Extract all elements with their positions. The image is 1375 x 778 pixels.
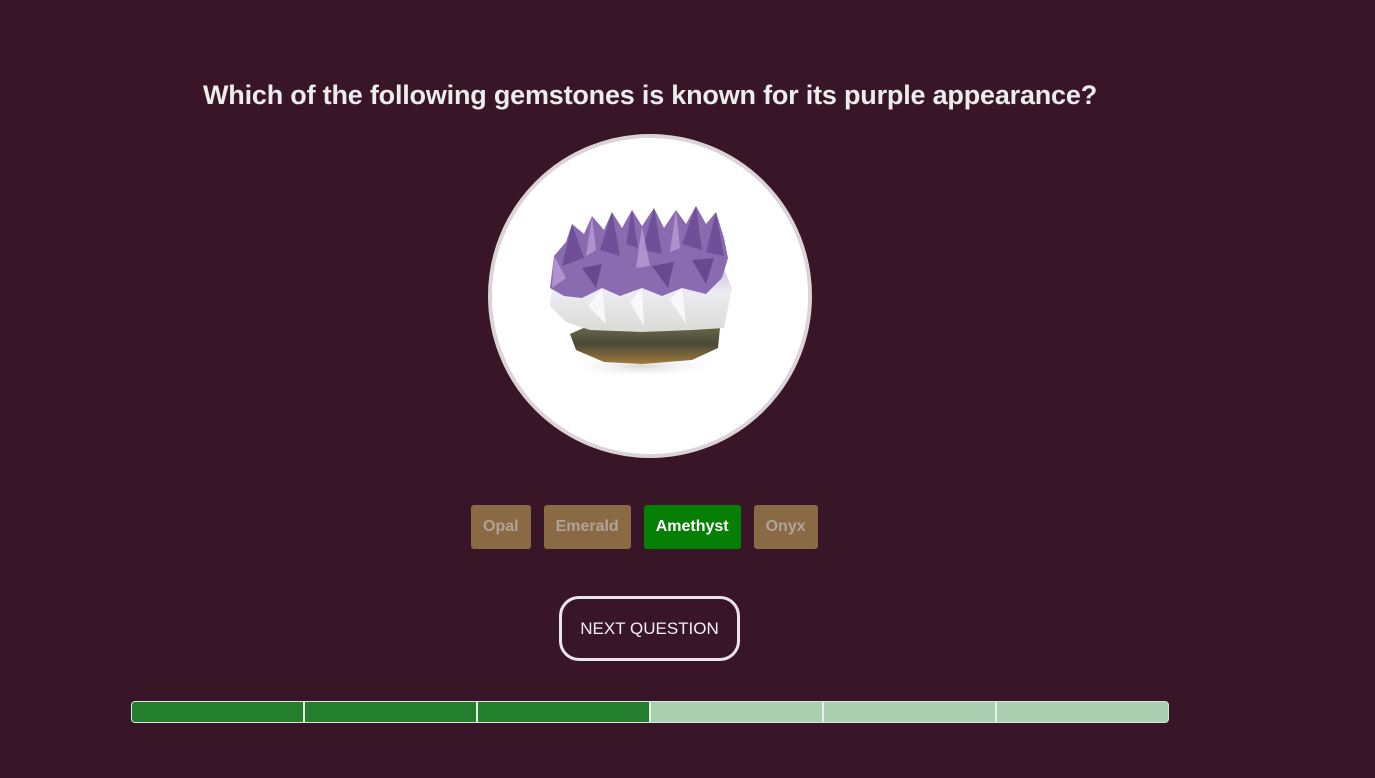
amethyst-image — [492, 138, 808, 454]
question-image — [488, 134, 812, 458]
option-opal-button[interactable]: Opal — [471, 505, 531, 549]
option-onyx-button[interactable]: Onyx — [753, 505, 818, 549]
progress-segment-remaining — [824, 702, 997, 722]
next-question-button[interactable]: NEXT QUESTION — [559, 596, 740, 661]
progress-segment-completed — [478, 702, 651, 722]
progress-segment-completed — [305, 702, 478, 722]
answer-options: Opal Emerald Amethyst Onyx — [471, 505, 818, 549]
question-text: Which of the following gemstones is know… — [203, 80, 1097, 110]
progress-segment-remaining — [997, 702, 1168, 722]
progress-segment-completed — [132, 702, 305, 722]
progress-segment-remaining — [651, 702, 824, 722]
option-emerald-button[interactable]: Emerald — [543, 505, 631, 549]
option-amethyst-button[interactable]: Amethyst — [643, 505, 741, 549]
progress-bar — [131, 701, 1169, 723]
